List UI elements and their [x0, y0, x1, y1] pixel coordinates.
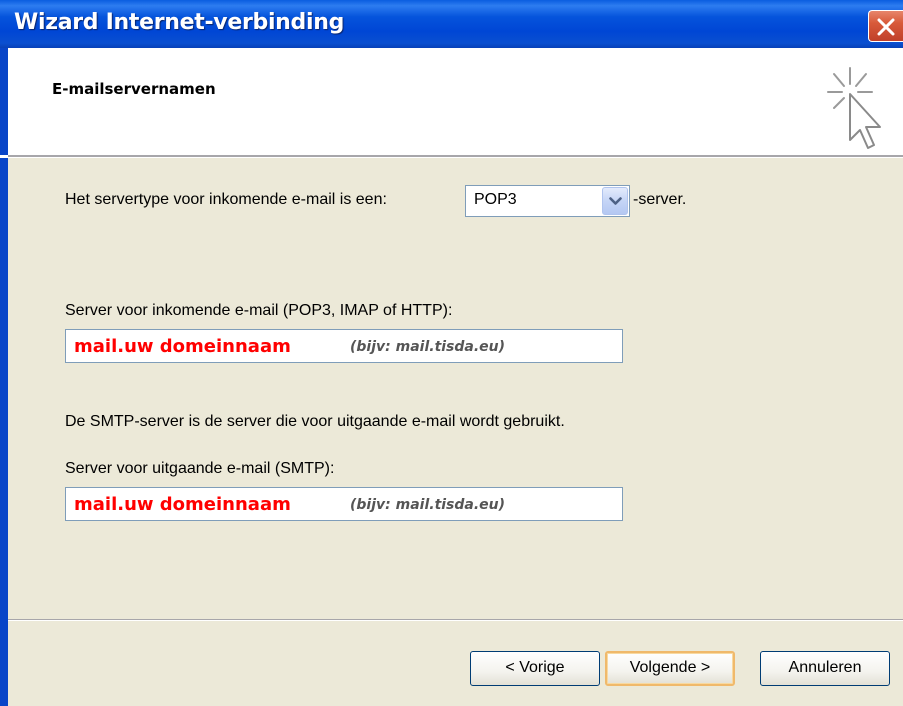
back-button[interactable]: < Vorige: [470, 651, 600, 686]
next-button[interactable]: Volgende >: [605, 651, 735, 686]
incoming-server-value: mail.uw domeinnaam: [74, 336, 291, 357]
outgoing-server-value: mail.uw domeinnaam: [74, 494, 291, 515]
incoming-type-suffix: -server.: [633, 191, 687, 208]
chevron-down-icon: [609, 197, 622, 205]
incoming-server-input[interactable]: mail.uw domeinnaam (bijv: mail.tisda.eu): [65, 329, 623, 363]
outgoing-server-label: Server voor uitgaande e-mail (SMTP):: [65, 460, 335, 477]
cancel-button[interactable]: Annuleren: [760, 651, 890, 686]
outgoing-server-hint: (bijv: mail.tisda.eu): [350, 497, 506, 513]
wizard-header: E-mailservernamen: [0, 48, 903, 155]
close-button[interactable]: [868, 10, 903, 42]
window-title: Wizard Internet-verbinding: [14, 10, 345, 35]
title-bar: Wizard Internet-verbinding: [0, 0, 903, 48]
outgoing-server-input[interactable]: mail.uw domeinnaam (bijv: mail.tisda.eu): [65, 487, 623, 521]
incoming-type-label: Het servertype voor inkomende e-mail is …: [65, 191, 387, 208]
incoming-type-select[interactable]: POP3: [465, 185, 630, 217]
incoming-server-hint: (bijv: mail.tisda.eu): [350, 339, 506, 355]
page-title: E-mailservernamen: [52, 80, 216, 98]
wizard-body: Het servertype voor inkomende e-mail is …: [0, 158, 903, 706]
smtp-info-text: De SMTP-server is de server die voor uit…: [65, 413, 565, 430]
footer-divider: [8, 619, 903, 621]
close-icon: [877, 18, 895, 36]
wizard-cursor-icon: [827, 67, 881, 149]
dropdown-button[interactable]: [602, 187, 628, 215]
incoming-type-value: POP3: [474, 191, 517, 208]
incoming-server-label: Server voor inkomende e-mail (POP3, IMAP…: [65, 302, 453, 319]
